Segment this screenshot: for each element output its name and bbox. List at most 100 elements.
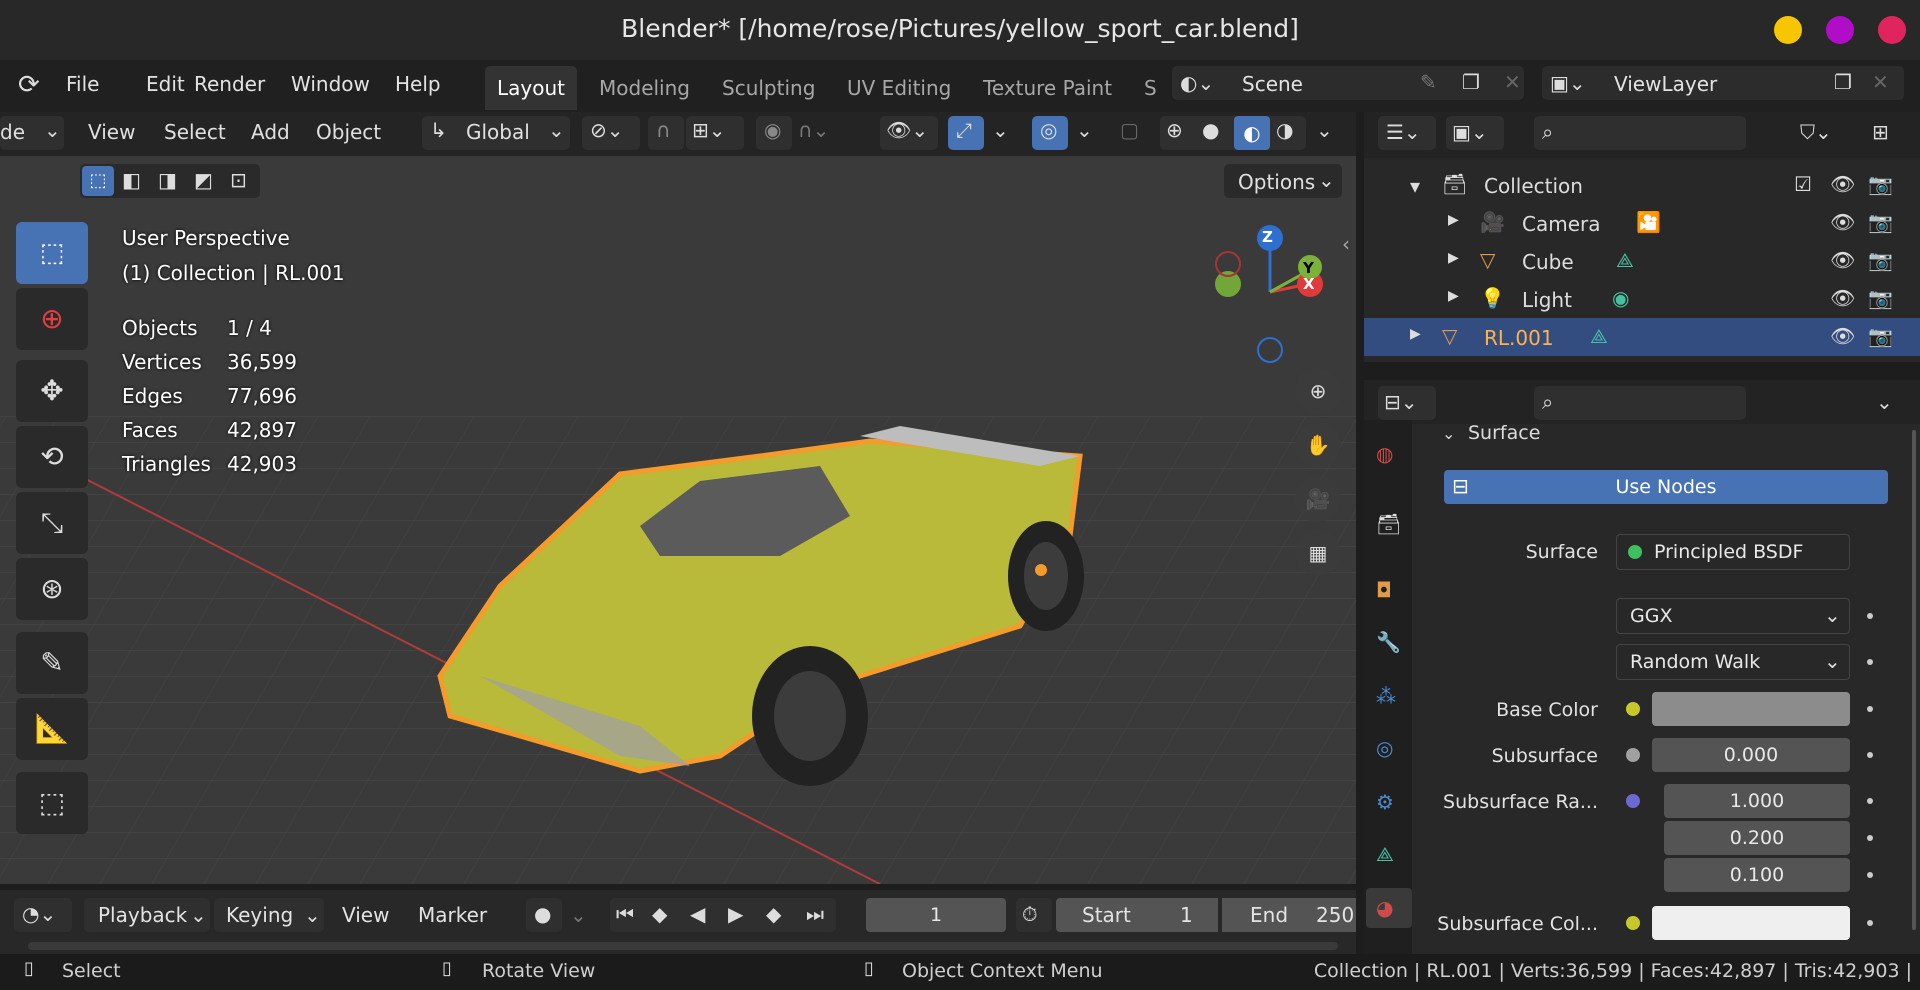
use-nodes-label[interactable]: Use Nodes	[1444, 476, 1888, 498]
subsurface-method-value[interactable]: Random Walk	[1630, 651, 1760, 673]
select-new-icon[interactable]: ⬚	[82, 166, 114, 196]
menu-render[interactable]: Render	[194, 72, 265, 96]
menu-edit[interactable]: Edit	[146, 72, 185, 96]
camera-data-icon[interactable]: 🎦	[1636, 210, 1661, 234]
properties-scrollbar[interactable]	[1912, 430, 1916, 930]
subsurface-radius-socket-icon[interactable]	[1626, 794, 1640, 808]
duplicate-view-layer-icon[interactable]: ❐	[1834, 70, 1852, 94]
subsurface-color-swatch[interactable]	[1652, 906, 1850, 940]
base-color-socket-icon[interactable]	[1626, 702, 1640, 716]
rendered-shading-icon[interactable]: ◑	[1276, 118, 1293, 142]
camera-render-icon[interactable]: 📷	[1868, 324, 1893, 348]
keyframe-dot[interactable]	[1867, 706, 1873, 712]
expand-arrow-icon[interactable]: ▾	[1410, 174, 1420, 198]
tab-sculpting[interactable]: Sculpting	[722, 76, 815, 100]
eye-icon[interactable]: 👁	[1830, 324, 1855, 348]
subsurface-radius-y[interactable]: 0.200	[1664, 821, 1850, 855]
start-frame-field[interactable]	[1056, 898, 1218, 932]
expand-arrow-icon[interactable]: ▶	[1448, 212, 1459, 228]
menu-file[interactable]: File	[66, 72, 99, 96]
world-tab-icon[interactable]: ◍	[1376, 442, 1393, 466]
move-tool[interactable]: ✥	[16, 360, 88, 422]
keyframe-dot[interactable]	[1867, 798, 1873, 804]
chevron-down-icon[interactable]: ⌄	[1076, 118, 1093, 142]
menu-object[interactable]: Object	[316, 120, 381, 144]
scale-tool[interactable]: ⤡	[16, 492, 88, 554]
surface-section-title[interactable]: Surface	[1468, 422, 1540, 444]
subsurface-field[interactable]: 0.000	[1652, 738, 1850, 772]
new-collection-icon[interactable]: ⊞	[1872, 120, 1889, 144]
chevron-down-icon[interactable]: ⌄	[1442, 424, 1455, 443]
menu-add[interactable]: Add	[251, 120, 290, 144]
camera-render-icon[interactable]: 📷	[1868, 248, 1893, 272]
expand-arrow-icon[interactable]: ▶	[1410, 326, 1421, 342]
options-label[interactable]: Options	[1238, 170, 1315, 194]
pin-icon[interactable]: ✎	[1420, 70, 1437, 94]
eye-icon[interactable]: 👁	[1830, 248, 1855, 272]
select-invert-icon[interactable]: ◩	[194, 168, 213, 192]
camera-render-icon[interactable]: 📷	[1868, 286, 1893, 310]
chevron-down-icon[interactable]: ⌄	[1316, 118, 1333, 142]
data-tab-icon[interactable]: ⟁	[1376, 842, 1394, 866]
remove-scene-icon[interactable]: ✕	[1504, 70, 1521, 94]
wireframe-shading-icon[interactable]: ⊕	[1166, 118, 1183, 142]
outliner-item-camera[interactable]: Camera	[1522, 212, 1601, 236]
properties-search[interactable]	[1534, 386, 1746, 420]
select-intersect-icon[interactable]: ⊡	[230, 168, 247, 192]
cursor-tool[interactable]: ⊕	[16, 288, 88, 350]
chevron-down-icon[interactable]: ⌄	[570, 903, 587, 927]
keyframe-dot[interactable]	[1867, 659, 1873, 665]
ortho-toggle-button[interactable]: ▦	[1295, 530, 1341, 576]
funnel-icon[interactable]: ⛉⌄	[1800, 120, 1832, 144]
playback-menu[interactable]: Playback	[98, 903, 187, 927]
timeline-view-menu[interactable]: View	[342, 903, 389, 927]
modifier-tab-icon[interactable]: 🔧	[1376, 630, 1401, 654]
expand-arrow-icon[interactable]: ▶	[1448, 250, 1459, 266]
surface-shader-value[interactable]: Principled BSDF	[1654, 541, 1803, 563]
light-data-icon[interactable]: ◉	[1612, 286, 1629, 310]
base-color-swatch[interactable]	[1652, 692, 1850, 726]
keyframe-dot[interactable]	[1867, 872, 1873, 878]
outliner-item-rl001[interactable]: RL.001	[1484, 326, 1554, 350]
pan-button[interactable]: ✋	[1295, 422, 1341, 468]
distribution-value[interactable]: GGX	[1630, 605, 1672, 627]
menu-select[interactable]: Select	[164, 120, 226, 144]
menu-help[interactable]: Help	[395, 72, 441, 96]
marker-menu[interactable]: Marker	[418, 903, 487, 927]
keyframe-dot[interactable]	[1867, 613, 1873, 619]
menu-window[interactable]: Window	[291, 72, 370, 96]
tab-more[interactable]: S	[1144, 76, 1157, 100]
tab-texture-paint[interactable]: Texture Paint	[983, 76, 1112, 100]
sidebar-toggle-icon[interactable]: ‹	[1342, 232, 1350, 256]
duplicate-scene-icon[interactable]: ❐	[1462, 70, 1480, 94]
add-cube-tool[interactable]: ⬚	[16, 772, 88, 834]
maximize-button[interactable]	[1826, 16, 1854, 44]
end-value[interactable]: 250	[1316, 903, 1354, 927]
scene-name[interactable]: Scene	[1242, 72, 1303, 96]
transform-tool[interactable]: ⊛	[16, 558, 88, 620]
zoom-button[interactable]: ⊕	[1295, 368, 1341, 414]
chevron-down-icon[interactable]: ⌄	[1876, 390, 1893, 414]
jump-start-icon[interactable]: ⏮	[616, 902, 634, 926]
collection-tab-icon[interactable]: 🗃	[1376, 512, 1401, 536]
outliner-item-collection[interactable]: Collection	[1484, 174, 1583, 198]
camera-render-icon[interactable]: 📷	[1868, 210, 1893, 234]
play-reverse-icon[interactable]: ◀	[690, 902, 705, 926]
current-frame-field[interactable]: 1	[866, 898, 1006, 932]
camera-view-button[interactable]: 🎥	[1295, 476, 1341, 522]
blender-logo-icon[interactable]: ⟳	[18, 70, 40, 100]
prev-keyframe-icon[interactable]: ◆	[652, 902, 667, 926]
keying-menu[interactable]: Keying	[226, 903, 293, 927]
orientation-label[interactable]: Global	[466, 120, 530, 144]
jump-end-icon[interactable]: ⏭	[806, 902, 824, 926]
chevron-down-icon[interactable]: ⌄	[992, 118, 1009, 142]
camera-render-icon[interactable]: 📷	[1868, 172, 1893, 196]
timeline-scrubber[interactable]	[28, 942, 1338, 950]
subsurface-radius-x[interactable]: 1.000	[1664, 784, 1850, 818]
falloff-icon[interactable]: ∩⌄	[798, 118, 829, 142]
select-extend-icon[interactable]: ◧	[122, 168, 141, 192]
outliner-item-light[interactable]: Light	[1522, 288, 1572, 312]
outliner-search[interactable]	[1534, 116, 1746, 150]
close-button[interactable]	[1878, 16, 1906, 44]
start-value[interactable]: 1	[1180, 903, 1193, 927]
